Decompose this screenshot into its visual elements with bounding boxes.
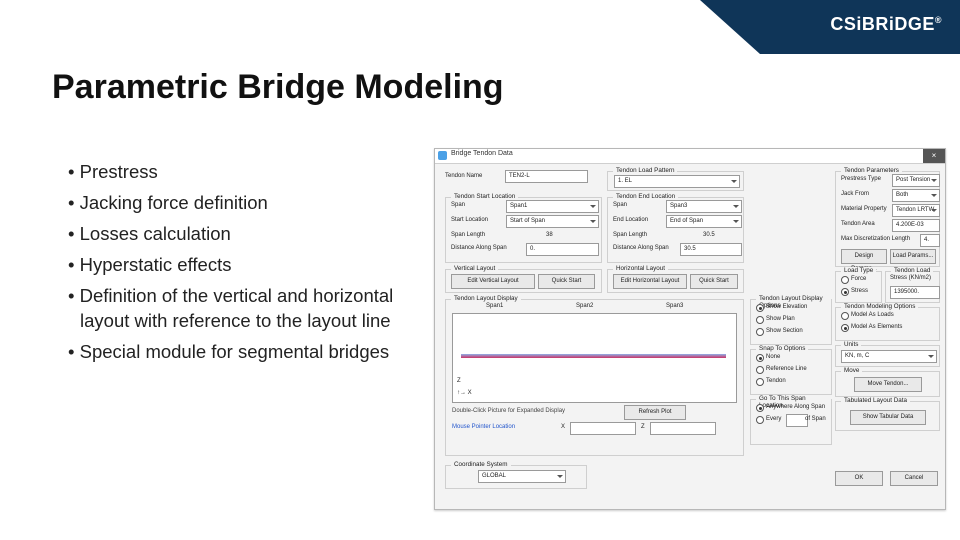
tendon-name-label: Tendon Name [445,173,482,179]
load-type-group: Load Type Force Stress [835,271,882,303]
mouse-x [570,422,636,435]
tabular-row-group: Go To This Span Location Anywhere Along … [750,399,832,445]
stress-radio[interactable] [841,288,849,296]
dialog-title: Bridge Tendon Data [451,150,513,157]
model-loads-radio[interactable] [841,312,849,320]
quick-start-h-button[interactable]: Quick Start [690,274,738,289]
mouse-z [650,422,716,435]
snap-tendon-radio[interactable] [756,378,764,386]
tendon-load-group: Tendon Load Stress (KN/m2) 1395000. [885,271,940,303]
snap-options-group: Snap To Options None Reference Line Tend… [750,349,832,395]
display-options-group: Tendon Layout Display Options Show Eleva… [750,299,832,345]
slide-title: Parametric Bridge Modeling [52,68,504,107]
start-location-group: Tendon Start Location Span Span1 Start L… [445,197,602,263]
model-elements-radio[interactable] [841,324,849,332]
start-span-select[interactable]: Span1 [506,200,599,213]
design-params-button[interactable]: Design Params... [841,249,887,264]
load-params-button[interactable]: Load Params... [890,249,936,264]
edit-horizontal-button[interactable]: Edit Horizontal Layout [613,274,687,289]
coord-select[interactable]: GLOBAL [478,470,566,483]
brand-logo: CSiBRiDGE® [830,14,942,35]
plan-radio[interactable] [756,316,764,324]
vertical-layout-group: Vertical Layout Edit Vertical Layout Qui… [445,269,602,293]
layout-display-group: Tendon Layout Display Span1 Span2 Span3 … [445,299,744,456]
force-radio[interactable] [841,276,849,284]
load-pattern-select[interactable]: 1. EL [614,175,740,188]
end-location-group: Tendon End Location Span Span3 End Locat… [607,197,744,263]
close-button[interactable]: × [923,149,945,163]
load-pattern-group: Tendon Load Pattern 1. EL [607,171,744,191]
end-location-select[interactable]: End of Span [666,215,742,228]
title-bar: Bridge Tendon Data × [435,149,945,164]
start-location-select[interactable]: Start of Span [506,215,599,228]
bullet-list: • Prestress • Jacking force definition •… [68,160,418,371]
jack-from-select[interactable]: Both [892,189,940,202]
tendon-name-input[interactable]: TEN2-L [505,170,588,183]
end-distance-input[interactable]: 30.5 [680,243,742,256]
material-select[interactable]: Tendon LRTW [892,204,940,217]
show-tabular-button[interactable]: Show Tabular Data [850,410,926,425]
ok-button[interactable]: OK [835,471,883,486]
tendon-params-group: Tendon Parameters Prestress Type Post Te… [835,171,940,267]
layout-canvas[interactable]: Z ↑→ X [452,313,737,403]
snap-none-radio[interactable] [756,354,764,362]
edit-vertical-button[interactable]: Edit Vertical Layout [451,274,535,289]
prestress-type-select[interactable]: Post Tension [892,174,940,187]
cancel-button[interactable]: Cancel [890,471,938,486]
header-banner: CSiBRiDGE® [0,0,960,54]
max-disc-input[interactable]: 4. [920,234,940,247]
every-radio[interactable] [756,416,764,424]
start-distance-input[interactable]: 0. [526,243,599,256]
modeling-options-group: Tendon Modeling Options Model As Loads M… [835,307,940,341]
tendon-area-input[interactable]: 4.200E-03 [892,219,940,232]
anywhere-radio[interactable] [756,404,764,412]
refresh-plot-button[interactable]: Refresh Plot [624,405,686,420]
bridge-tendon-dialog: Bridge Tendon Data × Tendon Name TEN2-L … [434,148,946,510]
units-select[interactable]: KN, m, C [841,350,937,363]
snap-ref-radio[interactable] [756,366,764,374]
quick-start-v-button[interactable]: Quick Start [538,274,595,289]
coord-system-group: Coordinate System GLOBAL [445,465,587,489]
tabular-data-group: Tabulated Layout Data Show Tabular Data [835,401,940,431]
move-tendon-button[interactable]: Move Tendon... [854,377,922,392]
section-radio[interactable] [756,328,764,336]
units-group: Units KN, m, C [835,345,940,367]
mouse-pointer-label: Mouse Pointer Location [452,424,515,430]
elevation-radio[interactable] [756,304,764,312]
tendon-load-input[interactable]: 1395000. [890,286,940,299]
end-span-select[interactable]: Span3 [666,200,742,213]
move-group: Move Move Tendon... [835,371,940,397]
app-icon [438,151,447,160]
horizontal-layout-group: Horizontal Layout Edit Horizontal Layout… [607,269,744,293]
